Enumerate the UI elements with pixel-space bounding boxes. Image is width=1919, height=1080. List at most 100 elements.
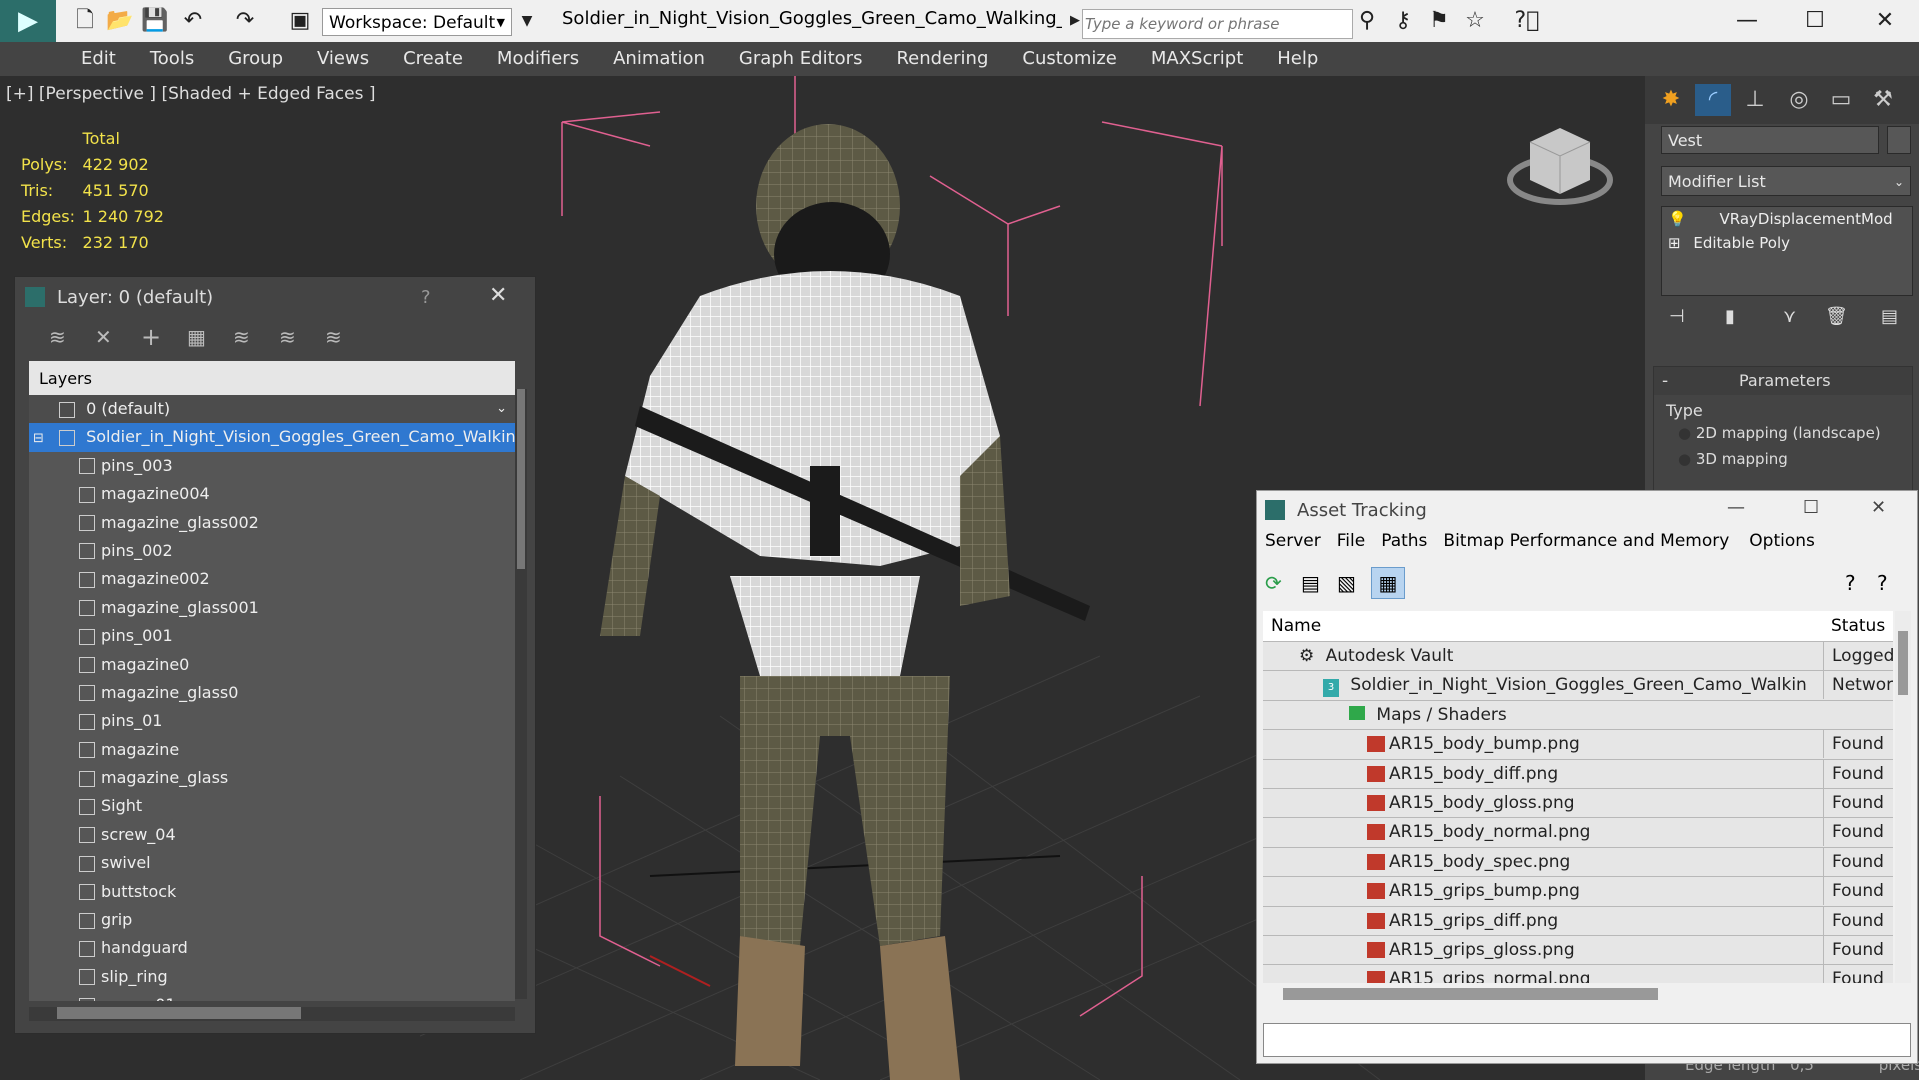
asset-file-row[interactable]: AR15_grips_diff.png Found bbox=[1263, 906, 1893, 936]
workspace-menu-icon[interactable]: ▼ bbox=[512, 6, 542, 36]
asset-vertical-scrollbar[interactable] bbox=[1895, 611, 1911, 983]
pin-stack-icon[interactable]: ⊣ bbox=[1669, 306, 1685, 327]
close-icon[interactable]: ✕ bbox=[489, 283, 507, 308]
show-end-result-icon[interactable]: ▮ bbox=[1725, 306, 1735, 327]
context-help-icon[interactable]: ? bbox=[1877, 571, 1888, 595]
scroll-thumb[interactable] bbox=[57, 1007, 301, 1019]
asset-file-row[interactable]: AR15_body_spec.png Found bbox=[1263, 847, 1893, 878]
menu-tools[interactable]: Tools bbox=[133, 42, 211, 76]
menu-create[interactable]: Create bbox=[386, 42, 480, 76]
refresh-icon[interactable]: ⟳ bbox=[1265, 571, 1282, 595]
vault-row[interactable]: ⚙ Autodesk Vault Logged bbox=[1263, 642, 1893, 672]
object-color-swatch[interactable] bbox=[1887, 126, 1911, 154]
menu-edit[interactable]: Edit bbox=[64, 42, 133, 76]
asset-menu-server[interactable]: Server bbox=[1265, 531, 1321, 551]
asset-file-row[interactable]: AR15_grips_normal.png Found bbox=[1263, 965, 1893, 983]
user-icon[interactable]: ⚑ bbox=[1424, 6, 1454, 36]
thumbnail-view-icon[interactable]: ▧ bbox=[1337, 571, 1356, 595]
menu-maxscript[interactable]: MAXScript bbox=[1134, 42, 1260, 76]
layer-horizontal-scrollbar[interactable] bbox=[29, 1007, 515, 1021]
open-file-icon[interactable]: 📂 bbox=[105, 6, 135, 36]
display-tab-icon[interactable]: ▭ bbox=[1823, 84, 1859, 116]
asset-menu-options[interactable]: Options bbox=[1749, 531, 1815, 551]
minimize-icon[interactable]: — bbox=[1732, 6, 1762, 36]
minimize-icon[interactable]: — bbox=[1727, 497, 1745, 518]
asset-file-row[interactable]: AR15_body_bump.png Found bbox=[1263, 730, 1893, 760]
close-icon[interactable]: ✕ bbox=[1871, 497, 1886, 518]
collapse-icon[interactable]: ⊟ bbox=[33, 431, 44, 446]
maps-folder-row[interactable]: Maps / Shaders bbox=[1263, 700, 1893, 731]
hide-all-icon[interactable]: ≋ bbox=[279, 325, 296, 349]
scroll-thumb[interactable] bbox=[1898, 631, 1908, 695]
app-logo[interactable]: ▶ bbox=[0, 0, 56, 42]
object-name-field[interactable]: Vest bbox=[1661, 126, 1879, 154]
motion-tab-icon[interactable]: ◎ bbox=[1781, 84, 1817, 116]
project-icon[interactable]: ▣ bbox=[285, 6, 315, 36]
asset-file-row[interactable]: AR15_grips_bump.png Found bbox=[1263, 877, 1893, 907]
layer-row-default[interactable]: 0 (default) ⌄ bbox=[29, 395, 515, 424]
lightbulb-icon[interactable]: 💡 bbox=[1668, 210, 1687, 228]
undo-icon[interactable]: ↶ bbox=[178, 6, 208, 36]
make-unique-icon[interactable]: ⋎ bbox=[1783, 306, 1796, 327]
layer-object-row[interactable]: magazine004 bbox=[29, 480, 515, 508]
asset-file-row[interactable]: AR15_body_diff.png Found bbox=[1263, 759, 1893, 789]
maximize-icon[interactable]: ☐ bbox=[1803, 497, 1819, 518]
modify-tab-icon[interactable]: ◜ bbox=[1695, 84, 1731, 116]
new-file-icon[interactable]: 🗋 bbox=[70, 6, 100, 36]
layer-object-row[interactable]: screw_04 bbox=[29, 821, 515, 849]
view-cube[interactable] bbox=[1507, 128, 1613, 205]
layer-object-row[interactable]: pins_01 bbox=[29, 707, 515, 735]
layer-object-row[interactable]: magazine_glass002 bbox=[29, 509, 515, 537]
scroll-thumb[interactable] bbox=[1283, 988, 1658, 1000]
layer-object-row[interactable]: magazine_glass bbox=[29, 764, 515, 792]
delete-layer-icon[interactable]: ✕ bbox=[95, 325, 112, 349]
menu-graph-editors[interactable]: Graph Editors bbox=[722, 42, 880, 76]
viewport-label[interactable]: [+] [Perspective ] [Shaded + Edged Faces… bbox=[6, 84, 375, 104]
asset-window-titlebar[interactable]: Asset Tracking — ☐ ✕ bbox=[1257, 491, 1917, 529]
layer-object-row[interactable]: screw_01 bbox=[29, 991, 515, 1001]
name-column-header[interactable]: Name bbox=[1263, 616, 1321, 636]
layer-row-soldier[interactable]: ⊟ Soldier_in_Night_Vision_Goggles_Green_… bbox=[29, 423, 515, 452]
asset-file-row[interactable]: AR15_grips_gloss.png Found bbox=[1263, 935, 1893, 966]
hierarchy-tab-icon[interactable]: ⊥ bbox=[1737, 84, 1773, 116]
search-input[interactable] bbox=[1082, 9, 1353, 39]
layer-object-row[interactable]: magazine bbox=[29, 736, 515, 764]
layer-object-row[interactable]: magazine_glass0 bbox=[29, 679, 515, 707]
asset-menu-file[interactable]: File bbox=[1337, 531, 1365, 551]
asset-path-field[interactable] bbox=[1263, 1023, 1911, 1057]
configure-sets-icon[interactable]: ▤ bbox=[1881, 306, 1898, 327]
layer-window-titlebar[interactable]: Layer: 0 (default) ? ✕ bbox=[15, 277, 535, 317]
menu-customize[interactable]: Customize bbox=[1005, 42, 1133, 76]
workspace-dropdown[interactable]: Workspace: Default ▼ bbox=[322, 8, 512, 36]
remove-modifier-icon[interactable]: 🗑 bbox=[1825, 306, 1848, 327]
menu-rendering[interactable]: Rendering bbox=[879, 42, 1005, 76]
layer-object-row[interactable]: pins_001 bbox=[29, 622, 515, 650]
key-icon[interactable]: ⚷ bbox=[1388, 6, 1418, 36]
highlight-layer-icon[interactable]: ≋ bbox=[233, 325, 250, 349]
save-icon[interactable]: 💾 bbox=[140, 6, 170, 36]
asset-menu-paths[interactable]: Paths bbox=[1381, 531, 1427, 551]
menu-animation[interactable]: Animation bbox=[596, 42, 722, 76]
layers-column-header[interactable]: Layers bbox=[29, 361, 515, 395]
asset-file-row[interactable]: AR15_body_gloss.png Found bbox=[1263, 788, 1893, 819]
layer-object-row[interactable]: buttstock bbox=[29, 878, 515, 906]
layer-object-row[interactable]: pins_002 bbox=[29, 537, 515, 565]
layer-object-row[interactable]: handguard bbox=[29, 934, 515, 962]
menu-help[interactable]: Help bbox=[1260, 42, 1335, 76]
close-icon[interactable]: ✕ bbox=[1870, 6, 1900, 36]
expand-plus-icon[interactable]: ⊞ bbox=[1668, 234, 1681, 252]
stack-item-vraydisplacement[interactable]: 💡 VRayDisplacementMod bbox=[1662, 207, 1912, 231]
help-icon[interactable]: ? bbox=[1845, 571, 1856, 595]
help-icon[interactable]: ?⃝ bbox=[1512, 6, 1542, 36]
utilities-tab-icon[interactable]: ⚒ bbox=[1865, 84, 1901, 116]
layer-vertical-scrollbar[interactable] bbox=[515, 389, 527, 999]
create-tab-icon[interactable]: ✸ bbox=[1653, 84, 1689, 116]
scene-file-row[interactable]: 3 Soldier_in_Night_Vision_Goggles_Green_… bbox=[1263, 671, 1893, 701]
new-layer-icon[interactable]: ≋ bbox=[49, 325, 66, 349]
freeze-all-icon[interactable]: ≋ bbox=[325, 325, 342, 349]
menu-views[interactable]: Views bbox=[300, 42, 386, 76]
redo-icon[interactable]: ↷ bbox=[230, 6, 260, 36]
layer-object-row[interactable]: slip_ring bbox=[29, 963, 515, 991]
radio-3d-mapping[interactable]: ● 3D mapping bbox=[1654, 442, 1912, 468]
asset-menu-bitmap[interactable]: Bitmap Performance and Memory bbox=[1443, 531, 1729, 551]
